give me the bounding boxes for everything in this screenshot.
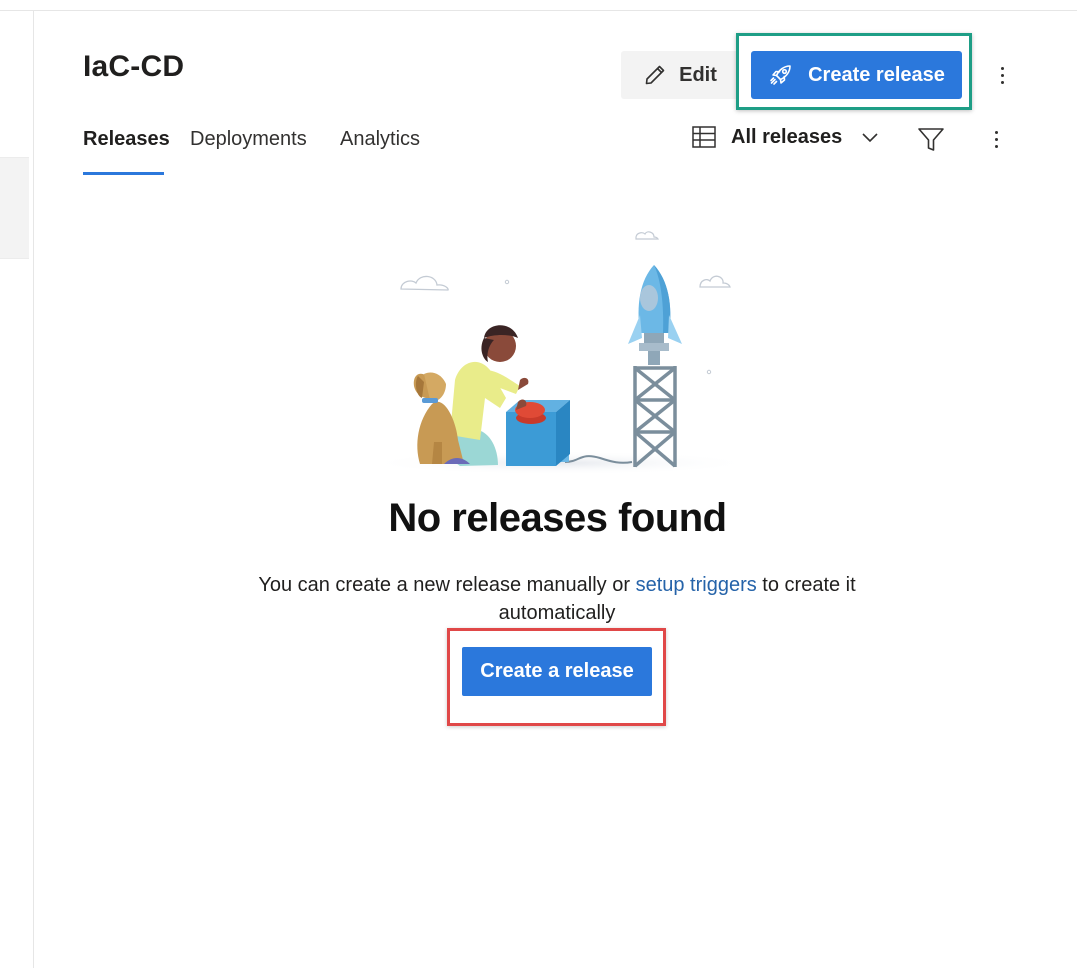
left-sidebar xyxy=(0,11,34,968)
table-icon xyxy=(691,125,717,149)
rocket-icon xyxy=(768,62,794,88)
create-a-release-button[interactable]: Create a release xyxy=(462,647,652,696)
more-options-button[interactable] xyxy=(986,125,1006,153)
empty-state-title: No releases found xyxy=(388,496,727,540)
more-actions-button[interactable] xyxy=(992,61,1012,89)
more-vertical-icon xyxy=(994,130,998,134)
top-divider xyxy=(0,10,1077,11)
tab-releases[interactable]: Releases xyxy=(83,128,170,151)
empty-state-text-before: You can create a new release manually or xyxy=(258,574,636,596)
create-release-label: Create release xyxy=(808,63,945,86)
edit-label: Edit xyxy=(679,63,717,86)
empty-state-illustration xyxy=(365,231,755,475)
empty-state-message: You can create a new release manually or… xyxy=(237,571,877,627)
pencil-icon xyxy=(643,63,667,87)
more-vertical-icon xyxy=(1000,66,1004,70)
filter-button[interactable] xyxy=(917,127,945,153)
view-selector-label: All releases xyxy=(731,125,843,148)
left-sidebar-selected-item[interactable] xyxy=(0,157,29,259)
create-release-button[interactable]: Create release xyxy=(751,51,962,99)
tab-deployments[interactable]: Deployments xyxy=(190,128,307,151)
view-selector[interactable]: All releases xyxy=(691,125,880,149)
filter-icon xyxy=(917,127,945,153)
edit-button[interactable]: Edit xyxy=(621,51,739,99)
chevron-down-icon xyxy=(860,127,880,147)
setup-triggers-link[interactable]: setup triggers xyxy=(636,574,757,596)
active-tab-indicator xyxy=(83,172,164,175)
tab-analytics[interactable]: Analytics xyxy=(340,128,420,151)
page-title: IaC-CD xyxy=(83,50,185,83)
